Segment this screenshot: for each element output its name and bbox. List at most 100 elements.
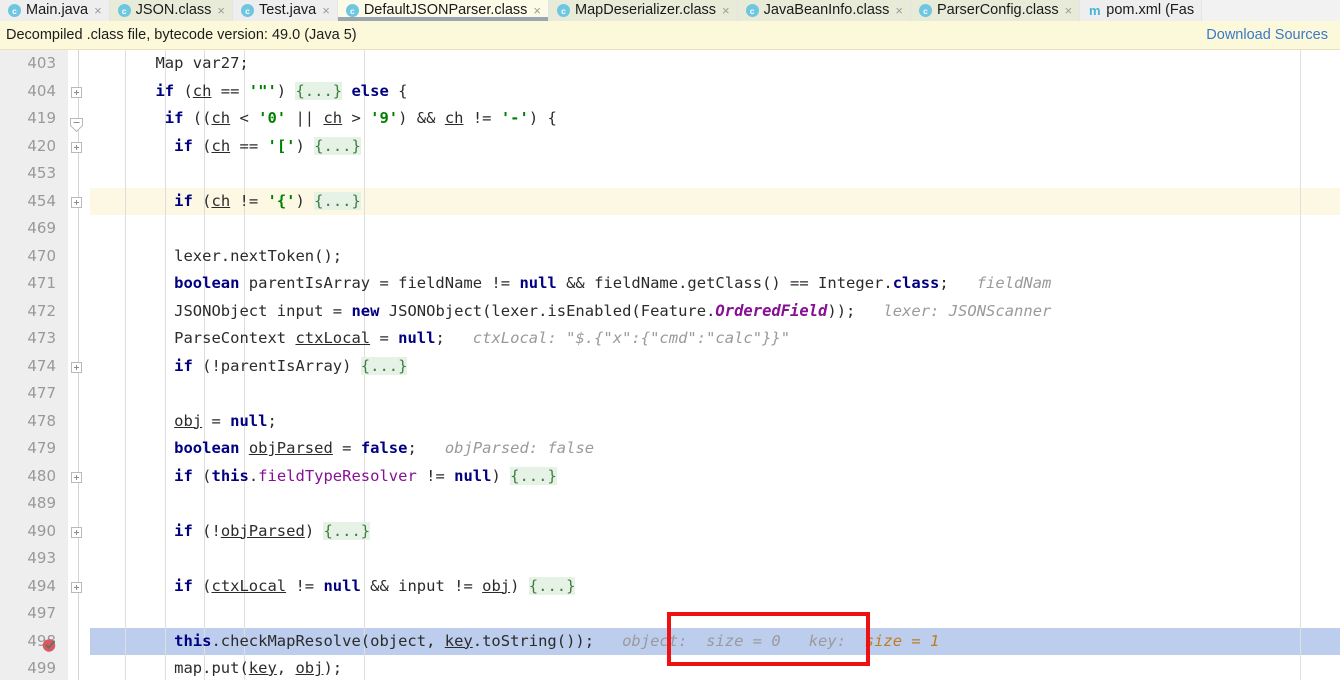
code-text: if ((ch < '0' || ch > '9') && ch != '-')… bbox=[165, 105, 557, 133]
token-var: ctxLocal bbox=[295, 329, 371, 347]
line-number: 420 bbox=[27, 136, 56, 155]
token-kw: new bbox=[351, 301, 380, 320]
fold-expand-icon[interactable] bbox=[71, 361, 82, 373]
line-number: 490 bbox=[27, 521, 56, 540]
maven-m-icon: m bbox=[1088, 3, 1101, 18]
token-plain: ; bbox=[267, 411, 277, 430]
class-c-icon: c bbox=[557, 4, 571, 17]
line-number: 497 bbox=[27, 604, 56, 622]
ide-window: c Main.java × c JSON.class × c Test.java × c Defau… bbox=[0, 0, 1340, 680]
fold-expand-icon[interactable] bbox=[71, 196, 82, 208]
close-icon[interactable]: × bbox=[217, 4, 225, 17]
token-plain: ) bbox=[491, 466, 511, 485]
fold-expand-icon[interactable] bbox=[71, 581, 82, 593]
class-c-icon: c bbox=[117, 4, 131, 17]
token-plain: ); bbox=[323, 659, 343, 677]
editor-tab-7[interactable]: m pom.xml (Fas bbox=[1080, 0, 1203, 21]
right-margin-guide bbox=[1300, 50, 1301, 680]
token-kw: null bbox=[519, 274, 557, 292]
download-sources-link[interactable]: Download Sources bbox=[1206, 27, 1328, 43]
token-var: ctxLocal bbox=[211, 576, 287, 595]
token-plain: map.put( bbox=[174, 659, 249, 677]
token-plain: ) bbox=[295, 191, 315, 210]
token-kw: if bbox=[174, 136, 193, 155]
fold-expand-icon[interactable] bbox=[71, 471, 82, 483]
token-plain: (! bbox=[192, 521, 221, 540]
token-str: '9' bbox=[370, 109, 399, 127]
indent-guide-1 bbox=[165, 50, 166, 680]
close-icon[interactable]: × bbox=[1065, 4, 1073, 17]
editor-tab-5[interactable]: c JavaBeanInfo.class × bbox=[737, 0, 911, 21]
line-number: 493 bbox=[27, 549, 56, 567]
code-text: lexer.nextToken(); bbox=[174, 243, 342, 271]
close-icon[interactable]: × bbox=[533, 4, 541, 17]
token-plain: == bbox=[211, 81, 249, 100]
close-icon[interactable]: × bbox=[322, 4, 330, 17]
fold-expand-icon[interactable] bbox=[71, 526, 82, 538]
token-var: ch bbox=[211, 136, 231, 155]
token-kw: if bbox=[164, 109, 184, 127]
token-plain: { bbox=[388, 81, 408, 100]
token-plain: )); bbox=[827, 301, 856, 320]
token-plain: ) bbox=[304, 521, 324, 540]
token-hint: ctxLocal: "$.{"x":{"cmd":"calc"}}" bbox=[444, 329, 791, 347]
token-hint: objParsed: false bbox=[416, 439, 595, 457]
breakpoint-verified-icon[interactable] bbox=[42, 634, 58, 652]
editor-tab-label: MapDeserializer.class bbox=[575, 2, 717, 18]
close-icon[interactable]: × bbox=[895, 4, 903, 17]
line-number: 471 bbox=[27, 274, 56, 292]
close-icon[interactable]: × bbox=[722, 4, 730, 17]
line-number: 477 bbox=[27, 384, 56, 402]
token-var: objParsed bbox=[248, 439, 333, 457]
token-plain: ) { bbox=[528, 109, 557, 127]
fold-expand-icon[interactable] bbox=[71, 141, 82, 153]
token-plain: = bbox=[332, 439, 361, 457]
token-plain: ) bbox=[295, 136, 315, 155]
line-number: 453 bbox=[27, 164, 56, 182]
code-text: if (!parentIsArray) {...} bbox=[174, 353, 408, 381]
editor-tab-3[interactable]: c DefaultJSONParser.class × bbox=[337, 0, 550, 21]
indent-guide-0 bbox=[125, 50, 126, 680]
editor-tab-bar[interactable]: c Main.java × c JSON.class × c Test.java × c Defau… bbox=[0, 0, 1340, 21]
token-plain: parentIsArray = fieldName != bbox=[239, 274, 520, 292]
decompiled-notice-text: Decompiled .class file, bytecode version… bbox=[6, 27, 357, 43]
token-plain: .checkMapResolve(object, bbox=[211, 631, 445, 650]
token-hint: key: bbox=[780, 631, 865, 650]
line-number: 478 bbox=[27, 411, 56, 430]
editor-tab-4[interactable]: c MapDeserializer.class × bbox=[549, 0, 738, 21]
code-text: if (ch == '"') {...} else { bbox=[155, 78, 407, 106]
token-kw: null bbox=[454, 466, 492, 485]
line-number: 473 bbox=[27, 329, 56, 347]
editor-tab-1[interactable]: c JSON.class × bbox=[109, 0, 233, 21]
token-plain: ) bbox=[510, 576, 529, 595]
close-icon[interactable]: × bbox=[94, 4, 102, 17]
decompiled-notice-bar: Decompiled .class file, bytecode version… bbox=[0, 21, 1340, 50]
line-number: 419 bbox=[27, 109, 56, 127]
token-plain: lexer.nextToken(); bbox=[174, 246, 343, 265]
fold-collapse-icon[interactable] bbox=[70, 113, 83, 133]
editor-tab-6[interactable]: c ParserConfig.class × bbox=[910, 0, 1081, 21]
class-c-icon: c bbox=[241, 4, 254, 17]
token-kw: if bbox=[174, 466, 193, 485]
token-plain: != bbox=[463, 109, 501, 127]
code-editor[interactable]: 403 Map var27; 404 if (ch == '"') {...} els… bbox=[0, 50, 1340, 680]
token-plain: ( bbox=[192, 136, 212, 155]
editor-tab-2[interactable]: c Test.java × bbox=[233, 0, 338, 21]
token-fold: {...} bbox=[314, 136, 361, 155]
token-fold: {...} bbox=[528, 576, 576, 595]
editor-tab-0[interactable]: c Main.java × bbox=[0, 0, 110, 21]
token-var: ch bbox=[211, 109, 231, 127]
code-text: Map var27; bbox=[155, 50, 248, 78]
editor-tab-label: DefaultJSONParser.class bbox=[363, 2, 528, 18]
editor-tab-label: JSON.class bbox=[135, 2, 212, 18]
token-var: obj bbox=[295, 659, 324, 677]
fold-expand-icon[interactable] bbox=[71, 86, 82, 98]
token-plain: = bbox=[370, 329, 399, 347]
token-var: key bbox=[444, 631, 473, 650]
editor-tab-label: Main.java bbox=[26, 2, 89, 18]
line-number: 404 bbox=[27, 81, 56, 100]
token-plain: < bbox=[230, 109, 259, 127]
token-plain: .toString()); bbox=[472, 631, 595, 650]
token-fold: {...} bbox=[323, 521, 371, 540]
